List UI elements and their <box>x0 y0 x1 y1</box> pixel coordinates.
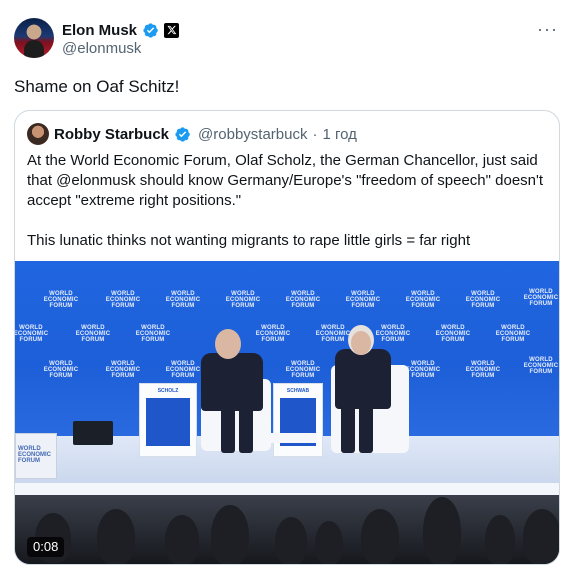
wef-logo: WORLD ECONOMIC FORUM <box>43 291 79 309</box>
wef-logo: WORLD ECONOMIC FORUM <box>165 361 201 379</box>
wef-logo: WORLD ECONOMIC FORUM <box>105 291 141 309</box>
side-screen: WORLD ECONOMIC FORUM <box>15 433 57 479</box>
wef-logo: WORLD ECONOMIC FORUM <box>345 291 381 309</box>
podium-left-plate <box>146 398 190 446</box>
wef-logo: WORLD ECONOMIC FORUM <box>375 325 411 343</box>
wef-logo: WORLD ECONOMIC FORUM <box>75 325 111 343</box>
wef-logo: WORLD ECONOMIC FORUM <box>225 291 261 309</box>
wef-logo: WORLD ECONOMIC FORUM <box>523 289 559 307</box>
audience <box>15 495 559 564</box>
quoted-paragraph-2: This lunatic thinks not wanting migrants… <box>27 232 471 249</box>
wef-logo: WORLD ECONOMIC FORUM <box>435 325 471 343</box>
quoted-post-header: Robby Starbuck @robbystarbuck · 1 год <box>27 123 357 145</box>
quoted-post[interactable]: Robby Starbuck @robbystarbuck · 1 год At… <box>14 110 560 565</box>
wef-logo: WORLD ECONOMIC FORUM <box>523 357 559 375</box>
podium-left: SCHOLZ <box>139 383 197 457</box>
podium-left-label: SCHOLZ <box>157 388 179 394</box>
quoted-author-display-name[interactable]: Robby Starbuck <box>54 126 169 143</box>
wef-logo: WORLD ECONOMIC FORUM <box>285 291 321 309</box>
video-duration-badge: 0:08 <box>27 537 65 557</box>
author-name-row: Elon Musk <box>62 20 180 40</box>
quoted-post-text: At the World Economic Forum, Olaf Scholz… <box>27 151 553 251</box>
wef-logo: WORLD ECONOMIC FORUM <box>43 361 79 379</box>
wef-logo: WORLD ECONOMIC FORUM <box>315 325 351 343</box>
floor-monitor <box>73 421 113 445</box>
wef-logo: WORLD ECONOMIC FORUM <box>495 325 531 343</box>
author-display-name[interactable]: Elon Musk <box>62 22 137 39</box>
wef-logo: WORLD ECONOMIC FORUM <box>255 325 291 343</box>
podium-right-label: SCHWAB <box>286 388 310 394</box>
wef-logo: WORLD ECONOMIC FORUM <box>465 361 501 379</box>
post-text: Shame on Oaf Schitz! <box>14 77 180 96</box>
verified-badge-icon[interactable] <box>142 22 159 39</box>
wef-logo: WORLD ECONOMIC FORUM <box>405 291 441 309</box>
author-handle[interactable]: @elonmusk <box>62 40 141 57</box>
wef-logo: WORLD ECONOMIC FORUM <box>465 291 501 309</box>
quoted-paragraph-1: At the World Economic Forum, Olaf Scholz… <box>27 152 544 209</box>
quoted-author-avatar[interactable] <box>27 123 49 145</box>
more-options-icon[interactable]: ··· <box>537 20 558 38</box>
verified-badge-icon <box>175 126 190 142</box>
post: Elon Musk @elonmusk ··· Shame on Oaf Sch… <box>0 0 570 576</box>
quoted-post-time[interactable]: 1 год <box>322 126 356 143</box>
podium-right: SCHWAB <box>273 383 323 457</box>
side-table <box>267 433 317 443</box>
wef-logo: WORLD ECONOMIC FORUM <box>285 361 321 379</box>
quoted-author-handle: @robbystarbuck <box>198 125 308 143</box>
video-player[interactable]: WORLD ECONOMIC FORUM WORLD ECONOMIC FORU… <box>15 261 559 564</box>
x-affiliation-icon <box>164 22 180 38</box>
wef-logo: WORLD ECONOMIC FORUM <box>105 361 141 379</box>
author-avatar[interactable] <box>14 18 54 58</box>
wef-logo: WORLD ECONOMIC FORUM <box>405 361 441 379</box>
side-screen-text: WORLD ECONOMIC FORUM <box>18 446 51 464</box>
wef-logo: WORLD ECONOMIC FORUM <box>15 325 49 343</box>
wef-logo: WORLD ECONOMIC FORUM <box>165 291 201 309</box>
dot-separator: · <box>312 125 318 143</box>
wef-logo: WORLD ECONOMIC FORUM <box>135 325 171 343</box>
